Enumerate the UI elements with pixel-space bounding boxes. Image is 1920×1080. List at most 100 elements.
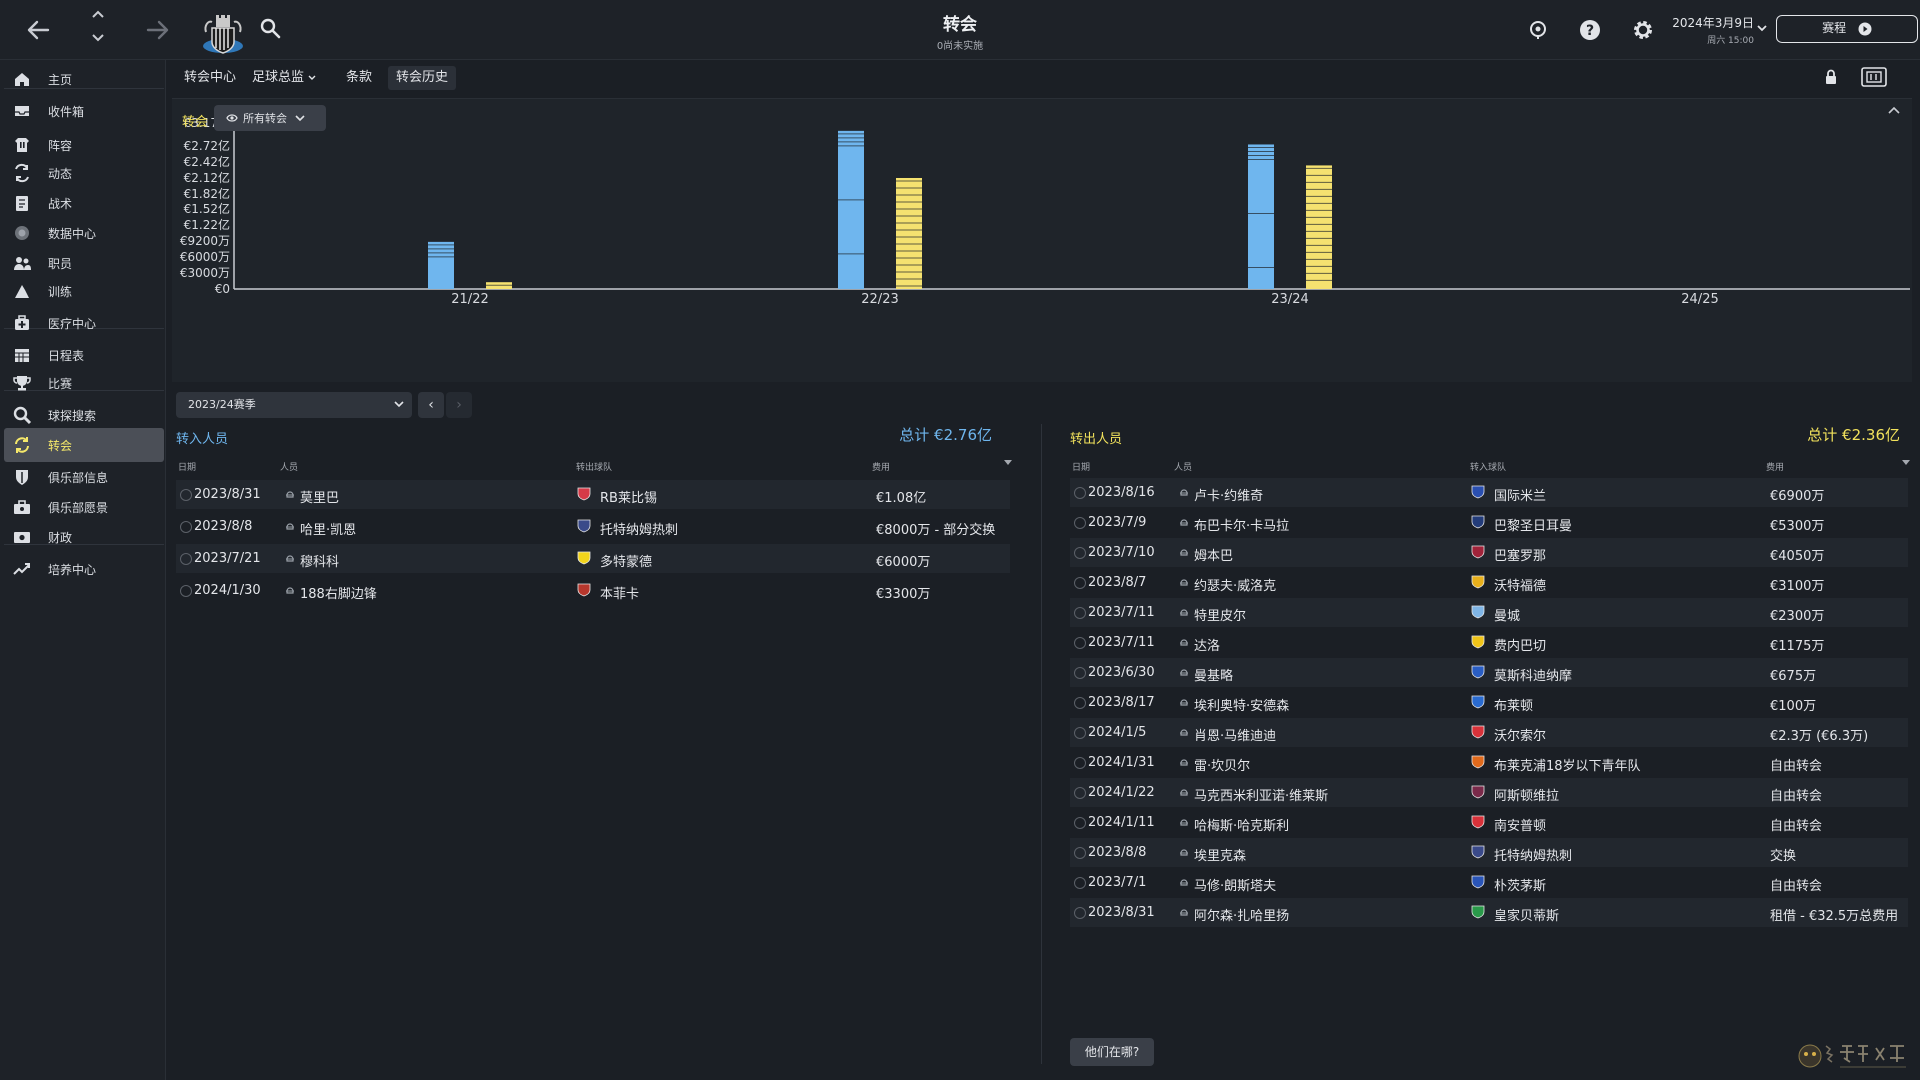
col-player[interactable]: 人员 xyxy=(280,460,298,473)
table-row[interactable]: 2023/8/7 约瑟夫·威洛克 沃特福德 €3100万 xyxy=(1070,568,1908,597)
player-name[interactable]: 埃利奥特·安德森 xyxy=(1194,695,1289,714)
back-arrow-icon[interactable] xyxy=(22,14,54,46)
player-name[interactable]: 肖恩·马维迪迪 xyxy=(1194,725,1276,744)
col-fee[interactable]: 费用 xyxy=(872,460,890,473)
sidebar-item-data-hub[interactable]: 数据中心 xyxy=(4,216,164,250)
player-name[interactable]: 特里皮尔 xyxy=(1194,605,1246,624)
sidebar-item-dynamics[interactable]: 动态 xyxy=(4,156,164,190)
club-name[interactable]: 曼城 xyxy=(1494,605,1520,624)
player-name[interactable]: 哈梅斯·哈克斯利 xyxy=(1194,815,1289,834)
club-name[interactable]: 布莱克浦18岁以下青年队 xyxy=(1494,755,1641,774)
season-dropdown[interactable]: 2023/24赛季 xyxy=(176,392,412,418)
lock-icon[interactable] xyxy=(1822,68,1840,86)
player-name[interactable]: 莫里巴 xyxy=(300,487,339,506)
row-select-dot[interactable] xyxy=(1074,817,1086,829)
col-fee[interactable]: 费用 xyxy=(1766,460,1784,473)
club-name[interactable]: 多特蒙德 xyxy=(600,551,652,570)
club-name[interactable]: 沃尔索尔 xyxy=(1494,725,1546,744)
table-row[interactable]: 2023/8/31 莫里巴 RB莱比锡 €1.08亿 xyxy=(176,480,1010,509)
transfer-filter-dropdown[interactable]: 所有转会 xyxy=(214,105,326,131)
row-select-dot[interactable] xyxy=(1074,907,1086,919)
row-select-dot[interactable] xyxy=(1074,517,1086,529)
table-row[interactable]: 2023/8/8 埃里克森 托特纳姆热刺 交换 xyxy=(1070,838,1908,867)
help-icon[interactable]: ? xyxy=(1578,18,1602,42)
col-date[interactable]: 日期 xyxy=(1072,460,1090,473)
layout-view-icon[interactable] xyxy=(1860,66,1888,88)
table-row[interactable]: 2024/1/30 188右脚边锋 本菲卡 €3300万 xyxy=(176,576,1010,605)
club-name[interactable]: 托特纳姆热刺 xyxy=(1494,845,1572,864)
table-row[interactable]: 2024/1/22 马克西米利亚诺·维莱斯 阿斯顿维拉 自由转会 xyxy=(1070,778,1908,807)
table-row[interactable]: 2023/8/16 卢卡·约维奇 国际米兰 €6900万 xyxy=(1070,478,1908,507)
club-name[interactable]: 本菲卡 xyxy=(600,583,639,602)
collapse-chart-button[interactable] xyxy=(1888,105,1904,121)
row-select-dot[interactable] xyxy=(1074,637,1086,649)
club-name[interactable]: 沃特福德 xyxy=(1494,575,1546,594)
col-to-club[interactable]: 转入球队 xyxy=(1470,460,1506,473)
club-name[interactable]: 南安普顿 xyxy=(1494,815,1546,834)
club-name[interactable]: 巴黎圣日耳曼 xyxy=(1494,515,1572,534)
col-from-club[interactable]: 转出球队 xyxy=(576,460,612,473)
row-select-dot[interactable] xyxy=(1074,877,1086,889)
player-name[interactable]: 埃里克森 xyxy=(1194,845,1246,864)
sidebar-item-tactics[interactable]: 战术 xyxy=(4,186,164,220)
next-season-button[interactable]: › xyxy=(446,392,472,418)
sidebar-item-finances[interactable]: 财政 xyxy=(4,520,164,554)
sidebar-item-club-vision[interactable]: 俱乐部愿景 xyxy=(4,490,164,524)
forward-arrow-icon[interactable] xyxy=(142,14,174,46)
col-player[interactable]: 人员 xyxy=(1174,460,1192,473)
row-select-dot[interactable] xyxy=(1074,847,1086,859)
player-name[interactable]: 188右脚边锋 xyxy=(300,583,377,602)
player-name[interactable]: 雷·坎贝尔 xyxy=(1194,755,1250,774)
tab-0[interactable]: 转会中心 xyxy=(176,66,244,90)
sidebar-item-transfers[interactable]: 转会 xyxy=(4,428,164,462)
row-select-dot[interactable] xyxy=(180,489,192,501)
table-row[interactable]: 2023/8/8 哈里·凯恩 托特纳姆热刺 €8000万 - 部分交换 xyxy=(176,512,1010,541)
club-name[interactable]: 巴塞罗那 xyxy=(1494,545,1546,564)
row-select-dot[interactable] xyxy=(1074,787,1086,799)
player-name[interactable]: 约瑟夫·威洛克 xyxy=(1194,575,1276,594)
table-row[interactable]: 2023/8/17 埃利奥特·安德森 布莱顿 €100万 xyxy=(1070,688,1908,717)
player-name[interactable]: 马修·朗斯塔夫 xyxy=(1194,875,1276,894)
tab-2[interactable]: 条款 xyxy=(338,66,380,90)
sidebar-item-scouting[interactable]: 球探搜索 xyxy=(4,398,164,432)
row-select-dot[interactable] xyxy=(180,521,192,533)
tab-3[interactable]: 转会历史 xyxy=(388,66,457,90)
row-select-dot[interactable] xyxy=(180,553,192,565)
table-row[interactable]: 2023/6/30 曼基略 莫斯科迪纳摩 €675万 xyxy=(1070,658,1908,687)
club-name[interactable]: 皇家贝蒂斯 xyxy=(1494,905,1559,924)
row-select-dot[interactable] xyxy=(1074,697,1086,709)
row-select-dot[interactable] xyxy=(1074,547,1086,559)
club-name[interactable]: 朴茨茅斯 xyxy=(1494,875,1546,894)
club-name[interactable]: 布莱顿 xyxy=(1494,695,1533,714)
table-row[interactable]: 2023/7/21 穆科科 多特蒙德 €6000万 xyxy=(176,544,1010,573)
chevron-down-icon[interactable] xyxy=(1756,22,1768,34)
table-row[interactable]: 2024/1/11 哈梅斯·哈克斯利 南安普顿 自由转会 xyxy=(1070,808,1908,837)
sidebar-item-development[interactable]: 培养中心 xyxy=(4,552,164,586)
club-crest-logo[interactable] xyxy=(198,6,248,56)
previous-season-button[interactable]: ‹ xyxy=(418,392,444,418)
table-row[interactable]: 2023/7/10 姆本巴 巴塞罗那 €4050万 xyxy=(1070,538,1908,567)
continue-schedule-button[interactable]: 赛程 xyxy=(1776,15,1918,43)
tab-1[interactable]: 足球总监 xyxy=(244,66,324,90)
col-date[interactable]: 日期 xyxy=(178,460,196,473)
search-icon[interactable] xyxy=(258,16,282,40)
row-select-dot[interactable] xyxy=(1074,727,1086,739)
player-name[interactable]: 穆科科 xyxy=(300,551,339,570)
sort-desc-icon[interactable] xyxy=(1902,459,1910,469)
table-row[interactable]: 2023/7/1 马修·朗斯塔夫 朴茨茅斯 自由转会 xyxy=(1070,868,1908,897)
row-select-dot[interactable] xyxy=(1074,487,1086,499)
table-row[interactable]: 2023/7/9 布巴卡尔·卡马拉 巴黎圣日耳曼 €5300万 xyxy=(1070,508,1908,537)
club-name[interactable]: 阿斯顿维拉 xyxy=(1494,785,1559,804)
player-name[interactable]: 姆本巴 xyxy=(1194,545,1233,564)
settings-gear-icon[interactable] xyxy=(1631,18,1655,42)
club-name[interactable]: RB莱比锡 xyxy=(600,487,657,506)
sidebar-item-trophy[interactable]: 比赛 xyxy=(4,366,164,400)
table-row[interactable]: 2023/8/31 阿尔森·扎哈里扬 皇家贝蒂斯 租借 - €32.5万总费用 xyxy=(1070,898,1908,927)
player-name[interactable]: 布巴卡尔·卡马拉 xyxy=(1194,515,1289,534)
player-name[interactable]: 马克西米利亚诺·维莱斯 xyxy=(1194,785,1328,804)
player-name[interactable]: 阿尔森·扎哈里扬 xyxy=(1194,905,1289,924)
player-name[interactable]: 卢卡·约维奇 xyxy=(1194,485,1263,504)
where-are-they-now-button[interactable]: 他们在哪? xyxy=(1070,1038,1154,1066)
sidebar-item-club-info[interactable]: 俱乐部信息 xyxy=(4,460,164,494)
club-name[interactable]: 托特纳姆热刺 xyxy=(600,519,678,538)
